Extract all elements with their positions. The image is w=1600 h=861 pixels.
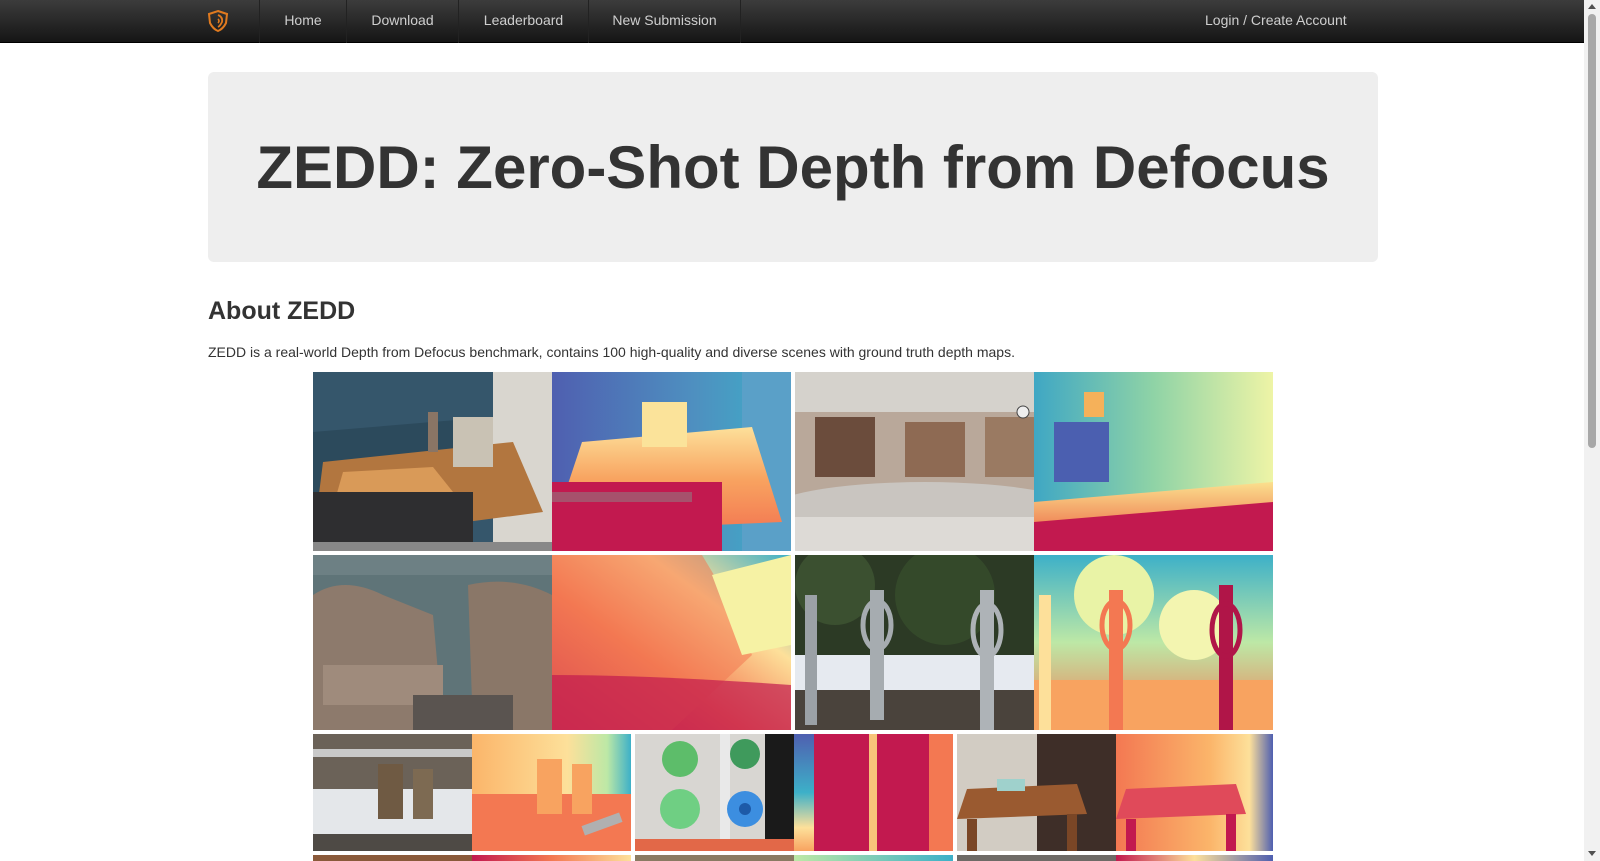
scene-lecture-hall-photo (795, 372, 1034, 551)
scrollbar-thumb[interactable] (1588, 14, 1596, 448)
nav-new-submission-link[interactable]: New Submission (588, 0, 741, 43)
scene-row4-photo-1 (313, 855, 472, 861)
scene-toys-photo (635, 734, 794, 851)
scene-armchairs-depth (552, 555, 791, 730)
scene-row4-depth-1 (472, 855, 631, 861)
vertical-scrollbar[interactable] (1584, 0, 1600, 861)
scene-row4-photo-3 (957, 855, 1116, 861)
nav-home-link[interactable]: Home (259, 0, 346, 43)
scene-wood-stumps-photo (313, 734, 472, 851)
scene-bike-racks-depth (1034, 555, 1273, 730)
top-navbar: Home Download Leaderboard New Submission… (0, 0, 1584, 43)
scene-side-table-depth (1116, 734, 1273, 851)
hero-banner: ZEDD: Zero-Shot Depth from Defocus (208, 72, 1378, 262)
scroll-down-arrow-icon[interactable] (1588, 851, 1596, 856)
scene-wood-stumps-depth (472, 734, 631, 851)
shield-logo-icon[interactable] (206, 9, 230, 33)
scene-side-table-photo (957, 734, 1116, 851)
scene-table-books-photo (313, 372, 552, 551)
about-description: ZEDD is a real-world Depth from Defocus … (208, 344, 1015, 360)
nav-leaderboard-link[interactable]: Leaderboard (458, 0, 588, 43)
scroll-up-arrow-icon[interactable] (1588, 4, 1596, 9)
scene-row4-photo-2 (635, 855, 794, 861)
scene-table-books-depth (552, 372, 791, 551)
about-heading: About ZEDD (208, 297, 356, 325)
scene-bike-racks-photo (795, 555, 1034, 730)
page-title: ZEDD: Zero-Shot Depth from Defocus (256, 134, 1330, 201)
login-create-account-link[interactable]: Login / Create Account (1205, 0, 1347, 43)
scene-row4-depth-3 (1116, 855, 1273, 861)
scene-row4-depth-2 (794, 855, 953, 861)
nav-download-link[interactable]: Download (346, 0, 458, 43)
scene-lecture-hall-depth (1034, 372, 1273, 551)
scene-toys-depth (794, 734, 953, 851)
scene-armchairs-photo (313, 555, 552, 730)
